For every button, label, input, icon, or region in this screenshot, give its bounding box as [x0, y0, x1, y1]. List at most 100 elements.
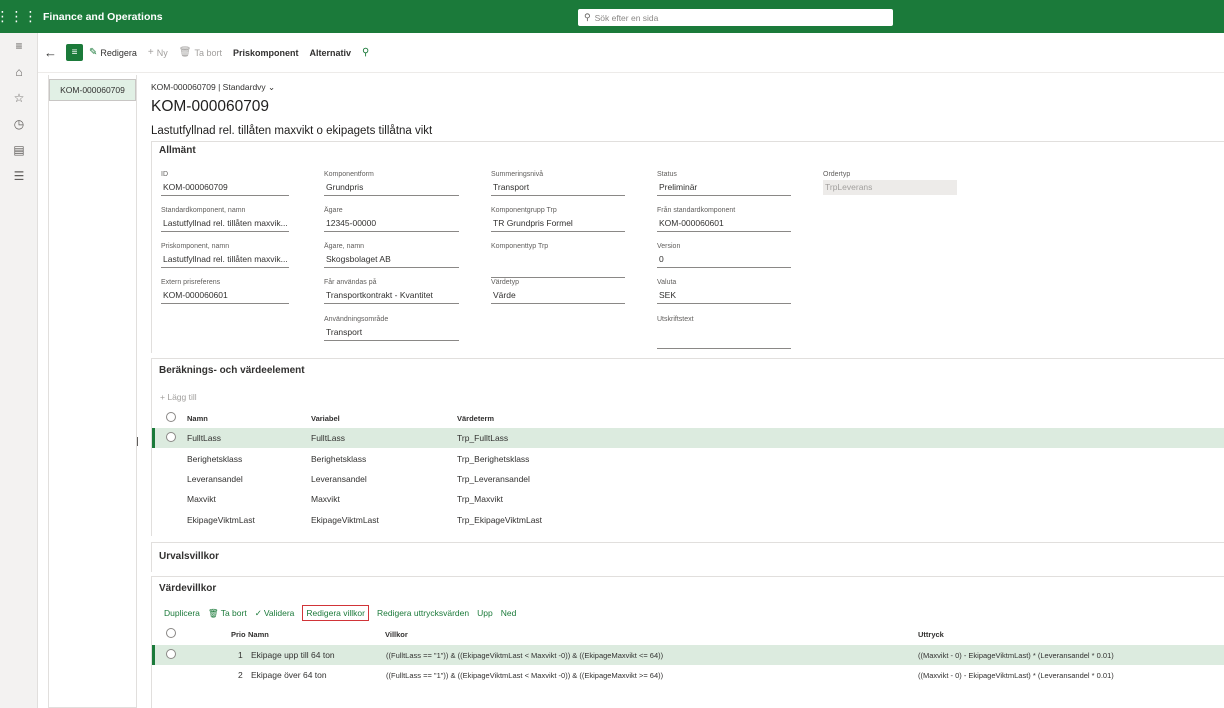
table-row[interactable]: Berighetsklass Berighetsklass Trp_Berigh… — [152, 449, 1224, 469]
favorites-icon[interactable]: ☆ — [0, 85, 38, 111]
currency-field: Valuta SEK — [657, 279, 791, 304]
edit-conditions-button[interactable]: Redigera villkor — [302, 605, 369, 621]
general-section: Allmänt ID KOM-000060709 Standardkompone… — [151, 141, 1224, 353]
list-item[interactable]: KOM-000060709 — [49, 79, 136, 101]
value-type-field: Värdetyp Värde — [491, 279, 625, 304]
trash-icon: 🗑 — [178, 47, 192, 58]
sum-level-input[interactable]: Transport — [491, 182, 625, 196]
owner-name-field: Ägare, namn Skogsbolaget AB — [324, 243, 459, 268]
row-radio[interactable] — [166, 432, 176, 442]
action-search-icon[interactable]: ⚲ — [362, 47, 372, 58]
table-row[interactable]: FulltLass FulltLass Trp_FulltLass — [152, 428, 1224, 448]
top-bar: ⋮⋮⋮ Finance and Operations ⚲ Sök efter e… — [0, 0, 1224, 33]
print-text-input[interactable] — [657, 335, 791, 349]
status-input[interactable]: Preliminär — [657, 182, 791, 196]
table-row[interactable]: Leveransandel Leveransandel Trp_Leverans… — [152, 469, 1224, 489]
comp-form-field: Komponentform Grundpris — [324, 171, 459, 196]
col-variable[interactable]: Variabel — [311, 414, 340, 423]
id-field: ID KOM-000060709 — [161, 171, 289, 196]
edit-expression-values-button[interactable]: Redigera uttrycksvärden — [377, 608, 469, 618]
col-value-term[interactable]: Värdeterm — [457, 414, 494, 423]
app-launcher-icon[interactable]: ⋮⋮⋮ — [0, 0, 38, 33]
col-expression[interactable]: Uttryck — [918, 630, 944, 639]
comp-type-input[interactable] — [491, 264, 625, 278]
col-conditions[interactable]: Villkor — [385, 630, 408, 639]
section-title[interactable]: Beräknings- och värdeelement — [152, 359, 1224, 376]
table-row[interactable]: Maxvikt Maxvikt Trp_Maxvikt — [152, 489, 1224, 509]
list-toggle-icon[interactable]: ≡ — [66, 44, 83, 61]
plus-icon: + — [147, 47, 154, 58]
tab-options[interactable]: Alternativ — [310, 48, 352, 58]
col-prio[interactable]: Prio — [231, 630, 246, 639]
ext-ref-input[interactable]: KOM-000060601 — [161, 290, 289, 304]
tab-price-component[interactable]: Priskomponent — [233, 48, 299, 58]
hamburger-icon[interactable]: ≡ — [0, 33, 38, 59]
section-title[interactable]: Allmänt — [152, 142, 1224, 156]
from-std-input[interactable]: KOM-000060601 — [657, 218, 791, 232]
move-down-button[interactable]: Ned — [501, 608, 517, 618]
app-name[interactable]: Finance and Operations — [43, 11, 163, 23]
usage-area-input[interactable]: Transport — [324, 327, 459, 341]
modules-icon[interactable]: ☰ — [0, 163, 38, 189]
new-button[interactable]: + Ny — [148, 47, 168, 58]
value-conditions-section: Värdevillkor Duplicera 🗑 Ta bort ✓ Valider… — [151, 576, 1224, 708]
edit-button[interactable]: ✎ Redigera — [89, 47, 137, 58]
status-field: Status Preliminär — [657, 171, 791, 196]
owner-field: Ägare 12345-00000 — [324, 207, 459, 232]
select-all-radio[interactable] — [166, 628, 176, 638]
comp-group-input[interactable]: TR Grundpris Formel — [491, 218, 625, 232]
owner-name-input[interactable]: Skogsbolaget AB — [324, 254, 459, 268]
chevron-down-icon: ⌄ — [268, 82, 276, 92]
delete-button[interactable]: 🗑 Ta bort — [179, 47, 222, 58]
calc-elements-section: Beräknings- och värdeelement + Lägg till… — [151, 358, 1224, 536]
table-row[interactable]: 2 Ekipage över 64 ton ((FulltLass == "1"… — [152, 665, 1224, 685]
record-list: KOM-000060709 — [48, 75, 137, 708]
order-type-field: Ordertyp TrpLeverans — [823, 171, 957, 195]
section-title[interactable]: Värdevillkor — [152, 577, 1224, 594]
select-all-radio[interactable] — [166, 412, 176, 422]
validate-button[interactable]: ✓ Validera — [255, 608, 295, 619]
section-title[interactable]: Urvalsvillkor — [152, 543, 1224, 562]
usage-area-field: Användningsområde Transport — [324, 316, 459, 341]
home-icon[interactable]: ⌂ — [0, 59, 38, 85]
std-name-input[interactable]: Lastutfyllnad rel. tillåten maxvik... — [161, 218, 289, 232]
action-bar: ← ≡ ✎ Redigera + Ny 🗑 Ta bort Priskomponent… — [38, 33, 1224, 73]
row-radio[interactable] — [166, 649, 176, 659]
col-name[interactable]: Namn — [187, 414, 208, 423]
id-input[interactable]: KOM-000060709 — [161, 182, 289, 196]
workspaces-icon[interactable]: ▤ — [0, 137, 38, 163]
table-row[interactable]: EkipageViktmLast EkipageViktmLast Trp_Ek… — [152, 510, 1224, 530]
add-button[interactable]: + Lägg till — [160, 392, 197, 402]
page-description: Lastutfyllnad rel. tillåten maxvikt o ek… — [151, 125, 433, 137]
order-type-input: TrpLeverans — [823, 180, 957, 195]
col-name[interactable]: Namn — [248, 630, 269, 639]
delete-condition-button[interactable]: 🗑 Ta bort — [208, 608, 247, 619]
pencil-icon: ✎ — [89, 47, 98, 58]
search-input[interactable]: ⚲ Sök efter en sida — [578, 9, 893, 26]
grid-header: Prio Namn Villkor Uttryck — [152, 624, 1224, 644]
used-on-input[interactable]: Transportkontrakt - Kvantitet — [324, 290, 459, 304]
comp-type-field: Komponenttyp Trp — [491, 243, 625, 278]
from-std-field: Från standardkomponent KOM-000060601 — [657, 207, 791, 232]
std-name-field: Standardkomponent, namn Lastutfyllnad re… — [161, 207, 289, 232]
breadcrumb[interactable]: KOM-000060709 | Standardvy ⌄ — [151, 82, 275, 93]
grid-header: Namn Variabel Värdeterm — [152, 408, 1224, 428]
owner-input[interactable]: 12345-00000 — [324, 218, 459, 232]
duplicate-button[interactable]: Duplicera — [164, 608, 200, 618]
value-type-input[interactable]: Värde — [491, 290, 625, 304]
pc-name-input[interactable]: Lastutfyllnad rel. tillåten maxvik... — [161, 254, 289, 268]
search-icon: ⚲ — [584, 12, 591, 22]
conditions-toolbar: Duplicera 🗑 Ta bort ✓ Validera Redigera vi… — [164, 605, 524, 621]
comp-form-input[interactable]: Grundpris — [324, 182, 459, 196]
pane-splitter[interactable] — [137, 437, 138, 446]
version-input[interactable]: 0 — [657, 254, 791, 268]
used-on-field: Får användas på Transportkontrakt - Kvan… — [324, 279, 459, 304]
table-row[interactable]: 1 Ekipage upp till 64 ton ((FulltLass ==… — [152, 645, 1224, 665]
currency-input[interactable]: SEK — [657, 290, 791, 304]
recent-icon[interactable]: ◷ — [0, 111, 38, 137]
page-title: KOM-000060709 — [151, 98, 270, 115]
trash-icon: 🗑 — [207, 607, 219, 618]
back-arrow-icon[interactable]: ← — [44, 45, 66, 60]
search-placeholder: Sök efter en sida — [594, 12, 659, 23]
move-up-button[interactable]: Upp — [477, 608, 493, 618]
